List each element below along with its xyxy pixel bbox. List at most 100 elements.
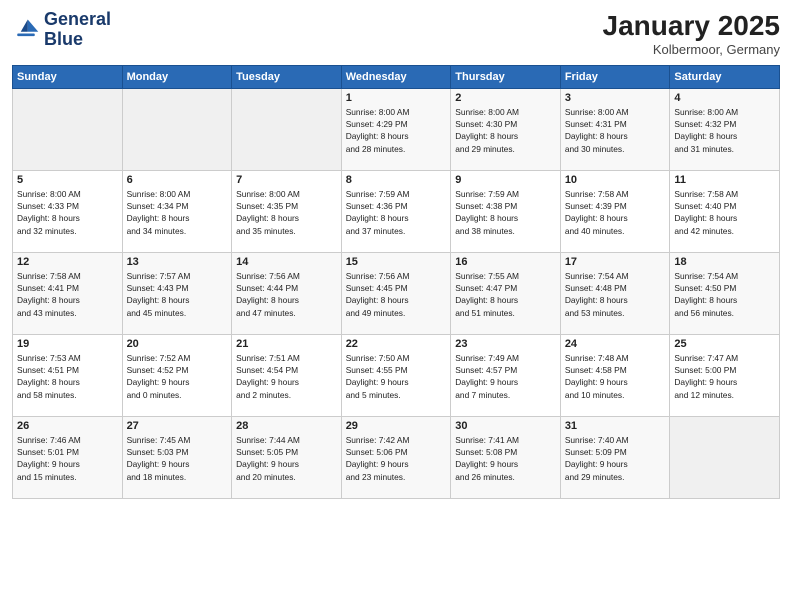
day-number: 12 bbox=[17, 256, 118, 268]
day-number: 1 bbox=[346, 92, 447, 104]
day-number: 2 bbox=[455, 92, 556, 104]
day-info: Sunrise: 7:53 AM Sunset: 4:51 PM Dayligh… bbox=[17, 352, 118, 401]
day-number: 8 bbox=[346, 174, 447, 186]
day-info: Sunrise: 7:58 AM Sunset: 4:41 PM Dayligh… bbox=[17, 270, 118, 319]
day-number: 28 bbox=[236, 420, 337, 432]
week-row-1: 1 Sunrise: 8:00 AM Sunset: 4:29 PM Daylig… bbox=[13, 89, 780, 171]
location: Kolbermoor, Germany bbox=[603, 42, 780, 57]
calendar-cell: 10 Sunrise: 7:58 AM Sunset: 4:39 PM Dayli… bbox=[560, 171, 670, 253]
week-row-5: 26 Sunrise: 7:46 AM Sunset: 5:01 PM Dayli… bbox=[13, 417, 780, 499]
day-number: 30 bbox=[455, 420, 556, 432]
logo-line2: Blue bbox=[44, 30, 111, 50]
day-number: 21 bbox=[236, 338, 337, 350]
day-info: Sunrise: 7:40 AM Sunset: 5:09 PM Dayligh… bbox=[565, 434, 666, 483]
day-number: 11 bbox=[674, 174, 775, 186]
calendar-cell bbox=[670, 417, 780, 499]
calendar-cell: 18Sunrise: 7:54 AM Sunset: 4:50 PM Dayli… bbox=[670, 253, 780, 335]
day-number: 3 bbox=[565, 92, 666, 104]
day-number: 25 bbox=[674, 338, 775, 350]
day-info: Sunrise: 7:46 AM Sunset: 5:01 PM Dayligh… bbox=[17, 434, 118, 483]
calendar-cell: 21 Sunrise: 7:51 AM Sunset: 4:54 PM Dayli… bbox=[232, 335, 342, 417]
logo: General Blue bbox=[12, 10, 111, 50]
day-info: Sunrise: 7:59 AM Sunset: 4:36 PM Dayligh… bbox=[346, 188, 447, 237]
day-info: Sunrise: 7:51 AM Sunset: 4:54 PM Dayligh… bbox=[236, 352, 337, 401]
calendar-cell: 11Sunrise: 7:58 AM Sunset: 4:40 PM Dayli… bbox=[670, 171, 780, 253]
day-number: 26 bbox=[17, 420, 118, 432]
day-info: Sunrise: 7:48 AM Sunset: 4:58 PM Dayligh… bbox=[565, 352, 666, 401]
day-info: Sunrise: 7:56 AM Sunset: 4:44 PM Dayligh… bbox=[236, 270, 337, 319]
week-row-2: 5 Sunrise: 8:00 AM Sunset: 4:33 PM Daylig… bbox=[13, 171, 780, 253]
day-info: Sunrise: 7:52 AM Sunset: 4:52 PM Dayligh… bbox=[127, 352, 228, 401]
calendar-cell: 28 Sunrise: 7:44 AM Sunset: 5:05 PM Dayli… bbox=[232, 417, 342, 499]
calendar-cell: 23 Sunrise: 7:49 AM Sunset: 4:57 PM Dayli… bbox=[451, 335, 561, 417]
day-info: Sunrise: 7:44 AM Sunset: 5:05 PM Dayligh… bbox=[236, 434, 337, 483]
day-info: Sunrise: 8:00 AM Sunset: 4:29 PM Dayligh… bbox=[346, 106, 447, 155]
calendar-cell: 16Sunrise: 7:55 AM Sunset: 4:47 PM Dayli… bbox=[451, 253, 561, 335]
calendar-cell: 15 Sunrise: 7:56 AM Sunset: 4:45 PM Dayli… bbox=[341, 253, 451, 335]
calendar-cell: 3 Sunrise: 8:00 AM Sunset: 4:31 PM Daylig… bbox=[560, 89, 670, 171]
day-info: Sunrise: 8:00 AM Sunset: 4:33 PM Dayligh… bbox=[17, 188, 118, 237]
day-info: Sunrise: 7:59 AM Sunset: 4:38 PM Dayligh… bbox=[455, 188, 556, 237]
day-info: Sunrise: 7:47 AM Sunset: 5:00 PM Dayligh… bbox=[674, 352, 775, 401]
calendar-cell bbox=[232, 89, 342, 171]
day-number: 14 bbox=[236, 256, 337, 268]
day-info: Sunrise: 8:00 AM Sunset: 4:31 PM Dayligh… bbox=[565, 106, 666, 155]
calendar-cell: 31 Sunrise: 7:40 AM Sunset: 5:09 PM Dayli… bbox=[560, 417, 670, 499]
calendar-cell: 2Sunrise: 8:00 AM Sunset: 4:30 PM Daylig… bbox=[451, 89, 561, 171]
day-info: Sunrise: 8:00 AM Sunset: 4:34 PM Dayligh… bbox=[127, 188, 228, 237]
calendar-cell: 24 Sunrise: 7:48 AM Sunset: 4:58 PM Dayli… bbox=[560, 335, 670, 417]
calendar-cell: 29Sunrise: 7:42 AM Sunset: 5:06 PM Dayli… bbox=[341, 417, 451, 499]
calendar-cell: 30 Sunrise: 7:41 AM Sunset: 5:08 PM Dayli… bbox=[451, 417, 561, 499]
day-info: Sunrise: 7:41 AM Sunset: 5:08 PM Dayligh… bbox=[455, 434, 556, 483]
day-info: Sunrise: 8:00 AM Sunset: 4:35 PM Dayligh… bbox=[236, 188, 337, 237]
title-block: January 2025 Kolbermoor, Germany bbox=[603, 10, 780, 57]
day-number: 31 bbox=[565, 420, 666, 432]
day-number: 15 bbox=[346, 256, 447, 268]
weekday-thursday: Thursday bbox=[451, 66, 561, 89]
page-container: General Blue January 2025 Kolbermoor, Ge… bbox=[0, 0, 792, 507]
week-row-3: 12 Sunrise: 7:58 AM Sunset: 4:41 PM Dayli… bbox=[13, 253, 780, 335]
day-number: 20 bbox=[127, 338, 228, 350]
calendar-cell: 4Sunrise: 8:00 AM Sunset: 4:32 PM Daylig… bbox=[670, 89, 780, 171]
day-number: 13 bbox=[127, 256, 228, 268]
day-info: Sunrise: 7:58 AM Sunset: 4:39 PM Dayligh… bbox=[565, 188, 666, 237]
day-info: Sunrise: 7:49 AM Sunset: 4:57 PM Dayligh… bbox=[455, 352, 556, 401]
calendar-cell: 13 Sunrise: 7:57 AM Sunset: 4:43 PM Dayli… bbox=[122, 253, 232, 335]
day-info: Sunrise: 7:57 AM Sunset: 4:43 PM Dayligh… bbox=[127, 270, 228, 319]
calendar-cell: 1 Sunrise: 8:00 AM Sunset: 4:29 PM Daylig… bbox=[341, 89, 451, 171]
calendar-cell: 27Sunrise: 7:45 AM Sunset: 5:03 PM Dayli… bbox=[122, 417, 232, 499]
day-number: 23 bbox=[455, 338, 556, 350]
day-number: 29 bbox=[346, 420, 447, 432]
day-number: 9 bbox=[455, 174, 556, 186]
day-info: Sunrise: 7:56 AM Sunset: 4:45 PM Dayligh… bbox=[346, 270, 447, 319]
month-title: January 2025 bbox=[603, 10, 780, 42]
day-number: 16 bbox=[455, 256, 556, 268]
calendar-cell: 19 Sunrise: 7:53 AM Sunset: 4:51 PM Dayli… bbox=[13, 335, 123, 417]
day-number: 27 bbox=[127, 420, 228, 432]
calendar-cell: 17 Sunrise: 7:54 AM Sunset: 4:48 PM Dayli… bbox=[560, 253, 670, 335]
weekday-monday: Monday bbox=[122, 66, 232, 89]
day-number: 4 bbox=[674, 92, 775, 104]
week-row-4: 19 Sunrise: 7:53 AM Sunset: 4:51 PM Dayli… bbox=[13, 335, 780, 417]
calendar-cell: 20 Sunrise: 7:52 AM Sunset: 4:52 PM Dayli… bbox=[122, 335, 232, 417]
day-number: 7 bbox=[236, 174, 337, 186]
calendar-cell bbox=[13, 89, 123, 171]
day-number: 5 bbox=[17, 174, 118, 186]
calendar-cell: 22Sunrise: 7:50 AM Sunset: 4:55 PM Dayli… bbox=[341, 335, 451, 417]
weekday-wednesday: Wednesday bbox=[341, 66, 451, 89]
day-number: 17 bbox=[565, 256, 666, 268]
calendar-table: SundayMondayTuesdayWednesdayThursdayFrid… bbox=[12, 65, 780, 499]
weekday-saturday: Saturday bbox=[670, 66, 780, 89]
weekday-header-row: SundayMondayTuesdayWednesdayThursdayFrid… bbox=[13, 66, 780, 89]
calendar-cell: 12 Sunrise: 7:58 AM Sunset: 4:41 PM Dayli… bbox=[13, 253, 123, 335]
calendar-cell: 25 Sunrise: 7:47 AM Sunset: 5:00 PM Dayli… bbox=[670, 335, 780, 417]
calendar-cell: 7 Sunrise: 8:00 AM Sunset: 4:35 PM Daylig… bbox=[232, 171, 342, 253]
day-number: 18 bbox=[674, 256, 775, 268]
day-number: 24 bbox=[565, 338, 666, 350]
calendar-cell: 26 Sunrise: 7:46 AM Sunset: 5:01 PM Dayli… bbox=[13, 417, 123, 499]
calendar-cell: 6Sunrise: 8:00 AM Sunset: 4:34 PM Daylig… bbox=[122, 171, 232, 253]
day-number: 10 bbox=[565, 174, 666, 186]
day-info: Sunrise: 7:54 AM Sunset: 4:48 PM Dayligh… bbox=[565, 270, 666, 319]
day-number: 19 bbox=[17, 338, 118, 350]
calendar-cell: 14 Sunrise: 7:56 AM Sunset: 4:44 PM Dayli… bbox=[232, 253, 342, 335]
